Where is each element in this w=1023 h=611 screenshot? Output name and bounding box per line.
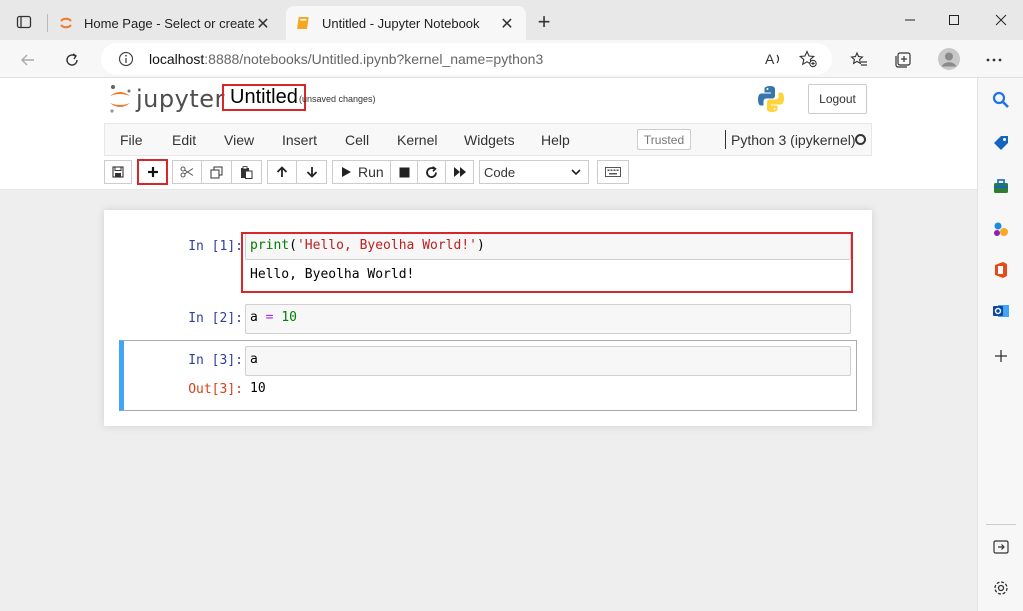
kernel-separator xyxy=(725,130,726,149)
menu-cell[interactable]: Cell xyxy=(345,132,369,148)
menu-widgets[interactable]: Widgets xyxy=(464,132,515,148)
trusted-badge[interactable]: Trusted xyxy=(637,129,691,150)
browser-address-bar: localhost:8888/notebooks/Untitled.ipynb?… xyxy=(0,40,1023,78)
interrupt-button[interactable] xyxy=(390,160,418,184)
arrow-down-icon xyxy=(306,167,317,178)
input-prompt: In [2]: xyxy=(188,311,243,326)
add-sidebar-app-icon[interactable] xyxy=(990,345,1012,367)
save-button[interactable] xyxy=(104,160,132,184)
tab-title: Home Page - Select or create a notebook xyxy=(84,15,254,31)
kernel-name: Python 3 (ipykernel) xyxy=(731,132,856,148)
search-icon[interactable] xyxy=(990,89,1012,111)
add-favorite-icon[interactable] xyxy=(797,48,819,70)
new-tab-icon[interactable]: + xyxy=(533,10,555,34)
highlight-box xyxy=(241,232,853,293)
restart-run-all-button[interactable] xyxy=(445,160,474,184)
url-text: localhost:8888/notebooks/Untitled.ipynb?… xyxy=(149,51,544,67)
move-down-button[interactable] xyxy=(296,160,327,184)
paste-icon xyxy=(241,165,253,179)
output-prompt: Out[3]: xyxy=(188,382,243,397)
jupyter-header: jupyter Untitled (unsaved changes) Logou… xyxy=(0,78,977,190)
stop-icon xyxy=(399,167,409,177)
tab-untitled-notebook[interactable]: Untitled - Jupyter Notebook ✕ xyxy=(286,6,526,40)
outlook-icon[interactable] xyxy=(990,300,1012,322)
input-prompt: In [3]: xyxy=(188,353,243,368)
maximize-icon[interactable] xyxy=(932,8,976,32)
hide-sidebar-icon[interactable] xyxy=(990,536,1012,558)
page-viewport: jupyter Untitled (unsaved changes) Logou… xyxy=(0,78,977,611)
shopping-tag-icon[interactable] xyxy=(990,132,1012,154)
plus-icon xyxy=(147,167,158,177)
insert-cell-button[interactable] xyxy=(137,159,168,185)
notebook-favicon-icon xyxy=(296,15,312,31)
code-input[interactable]: a = 10 xyxy=(245,304,851,334)
menu-bar: File Edit View Insert Cell Kernel Widget… xyxy=(104,123,872,156)
read-aloud-icon[interactable]: A xyxy=(763,48,785,70)
code-cell-2[interactable]: In [2]: a = 10 xyxy=(119,304,857,334)
cell-type-value: Code xyxy=(484,164,516,180)
save-status: (unsaved changes) xyxy=(299,94,376,104)
cell-output: 10 xyxy=(250,381,266,396)
keyboard-icon xyxy=(605,167,621,177)
input-prompt: In [1]: xyxy=(188,239,243,254)
tab-actions-icon[interactable] xyxy=(8,8,40,36)
restart-kernel-button[interactable] xyxy=(417,160,446,184)
command-palette-button[interactable] xyxy=(597,160,629,184)
menu-file[interactable]: File xyxy=(120,132,143,148)
reload-icon[interactable] xyxy=(59,47,85,73)
sidebar-divider xyxy=(986,524,1016,525)
copy-button[interactable] xyxy=(201,160,232,184)
scissors-icon xyxy=(180,166,194,178)
copy-icon xyxy=(210,166,223,178)
tab-home-page[interactable]: Home Page - Select or create a notebook … xyxy=(48,6,282,40)
notebook-title[interactable]: Untitled xyxy=(222,84,306,111)
code-cell-3[interactable]: In [3]: a Out[3]: 10 xyxy=(119,346,857,406)
tools-icon[interactable] xyxy=(990,175,1012,197)
menu-kernel[interactable]: Kernel xyxy=(397,132,437,148)
jupyter-wordmark: jupyter xyxy=(136,85,225,113)
jupyter-logo[interactable]: jupyter xyxy=(108,84,225,114)
restart-icon xyxy=(426,165,437,178)
url-field[interactable]: localhost:8888/notebooks/Untitled.ipynb?… xyxy=(101,43,832,75)
office-icon[interactable] xyxy=(990,259,1012,281)
close-tab-icon[interactable]: ✕ xyxy=(498,14,516,34)
paste-button[interactable] xyxy=(231,160,262,184)
cell-type-select[interactable]: Code xyxy=(479,160,589,184)
chevron-down-icon xyxy=(571,169,581,176)
games-icon[interactable] xyxy=(990,218,1012,240)
jupyter-favicon-icon xyxy=(58,15,74,31)
play-icon xyxy=(342,167,351,177)
arrow-up-icon xyxy=(276,166,288,177)
settings-gear-icon[interactable] xyxy=(990,577,1012,599)
close-window-icon[interactable] xyxy=(979,8,1023,32)
collections-icon[interactable] xyxy=(892,49,914,71)
save-icon xyxy=(112,166,124,178)
menu-view[interactable]: View xyxy=(224,132,254,148)
python-logo-icon xyxy=(756,84,786,119)
edge-sidebar xyxy=(977,78,1023,611)
kernel-idle-indicator-icon xyxy=(855,134,866,145)
profile-avatar-icon[interactable] xyxy=(936,46,962,72)
favorites-icon[interactable] xyxy=(848,49,870,71)
menu-insert[interactable]: Insert xyxy=(282,132,317,148)
menu-edit[interactable]: Edit xyxy=(172,132,196,148)
back-icon[interactable] xyxy=(15,47,41,73)
close-tab-icon[interactable]: ✕ xyxy=(254,14,272,34)
move-up-button[interactable] xyxy=(267,160,297,184)
notebook-container: In [1]: print('Hello, Byeolha World!') H… xyxy=(104,210,872,426)
jupyter-logo-icon xyxy=(110,85,131,113)
run-button[interactable]: Run xyxy=(332,160,391,184)
run-label: Run xyxy=(358,164,384,180)
more-options-icon[interactable] xyxy=(983,49,1005,71)
tab-title: Untitled - Jupyter Notebook xyxy=(322,15,480,31)
fast-forward-icon xyxy=(453,167,466,177)
minimize-icon[interactable] xyxy=(888,8,932,32)
logout-button[interactable]: Logout xyxy=(808,84,867,114)
code-input[interactable]: a xyxy=(245,346,851,376)
menu-help[interactable]: Help xyxy=(541,132,570,148)
site-info-icon[interactable] xyxy=(115,48,137,70)
cut-button[interactable] xyxy=(172,160,202,184)
browser-tab-bar: Home Page - Select or create a notebook … xyxy=(0,0,1023,40)
svg-text:A: A xyxy=(765,51,775,67)
